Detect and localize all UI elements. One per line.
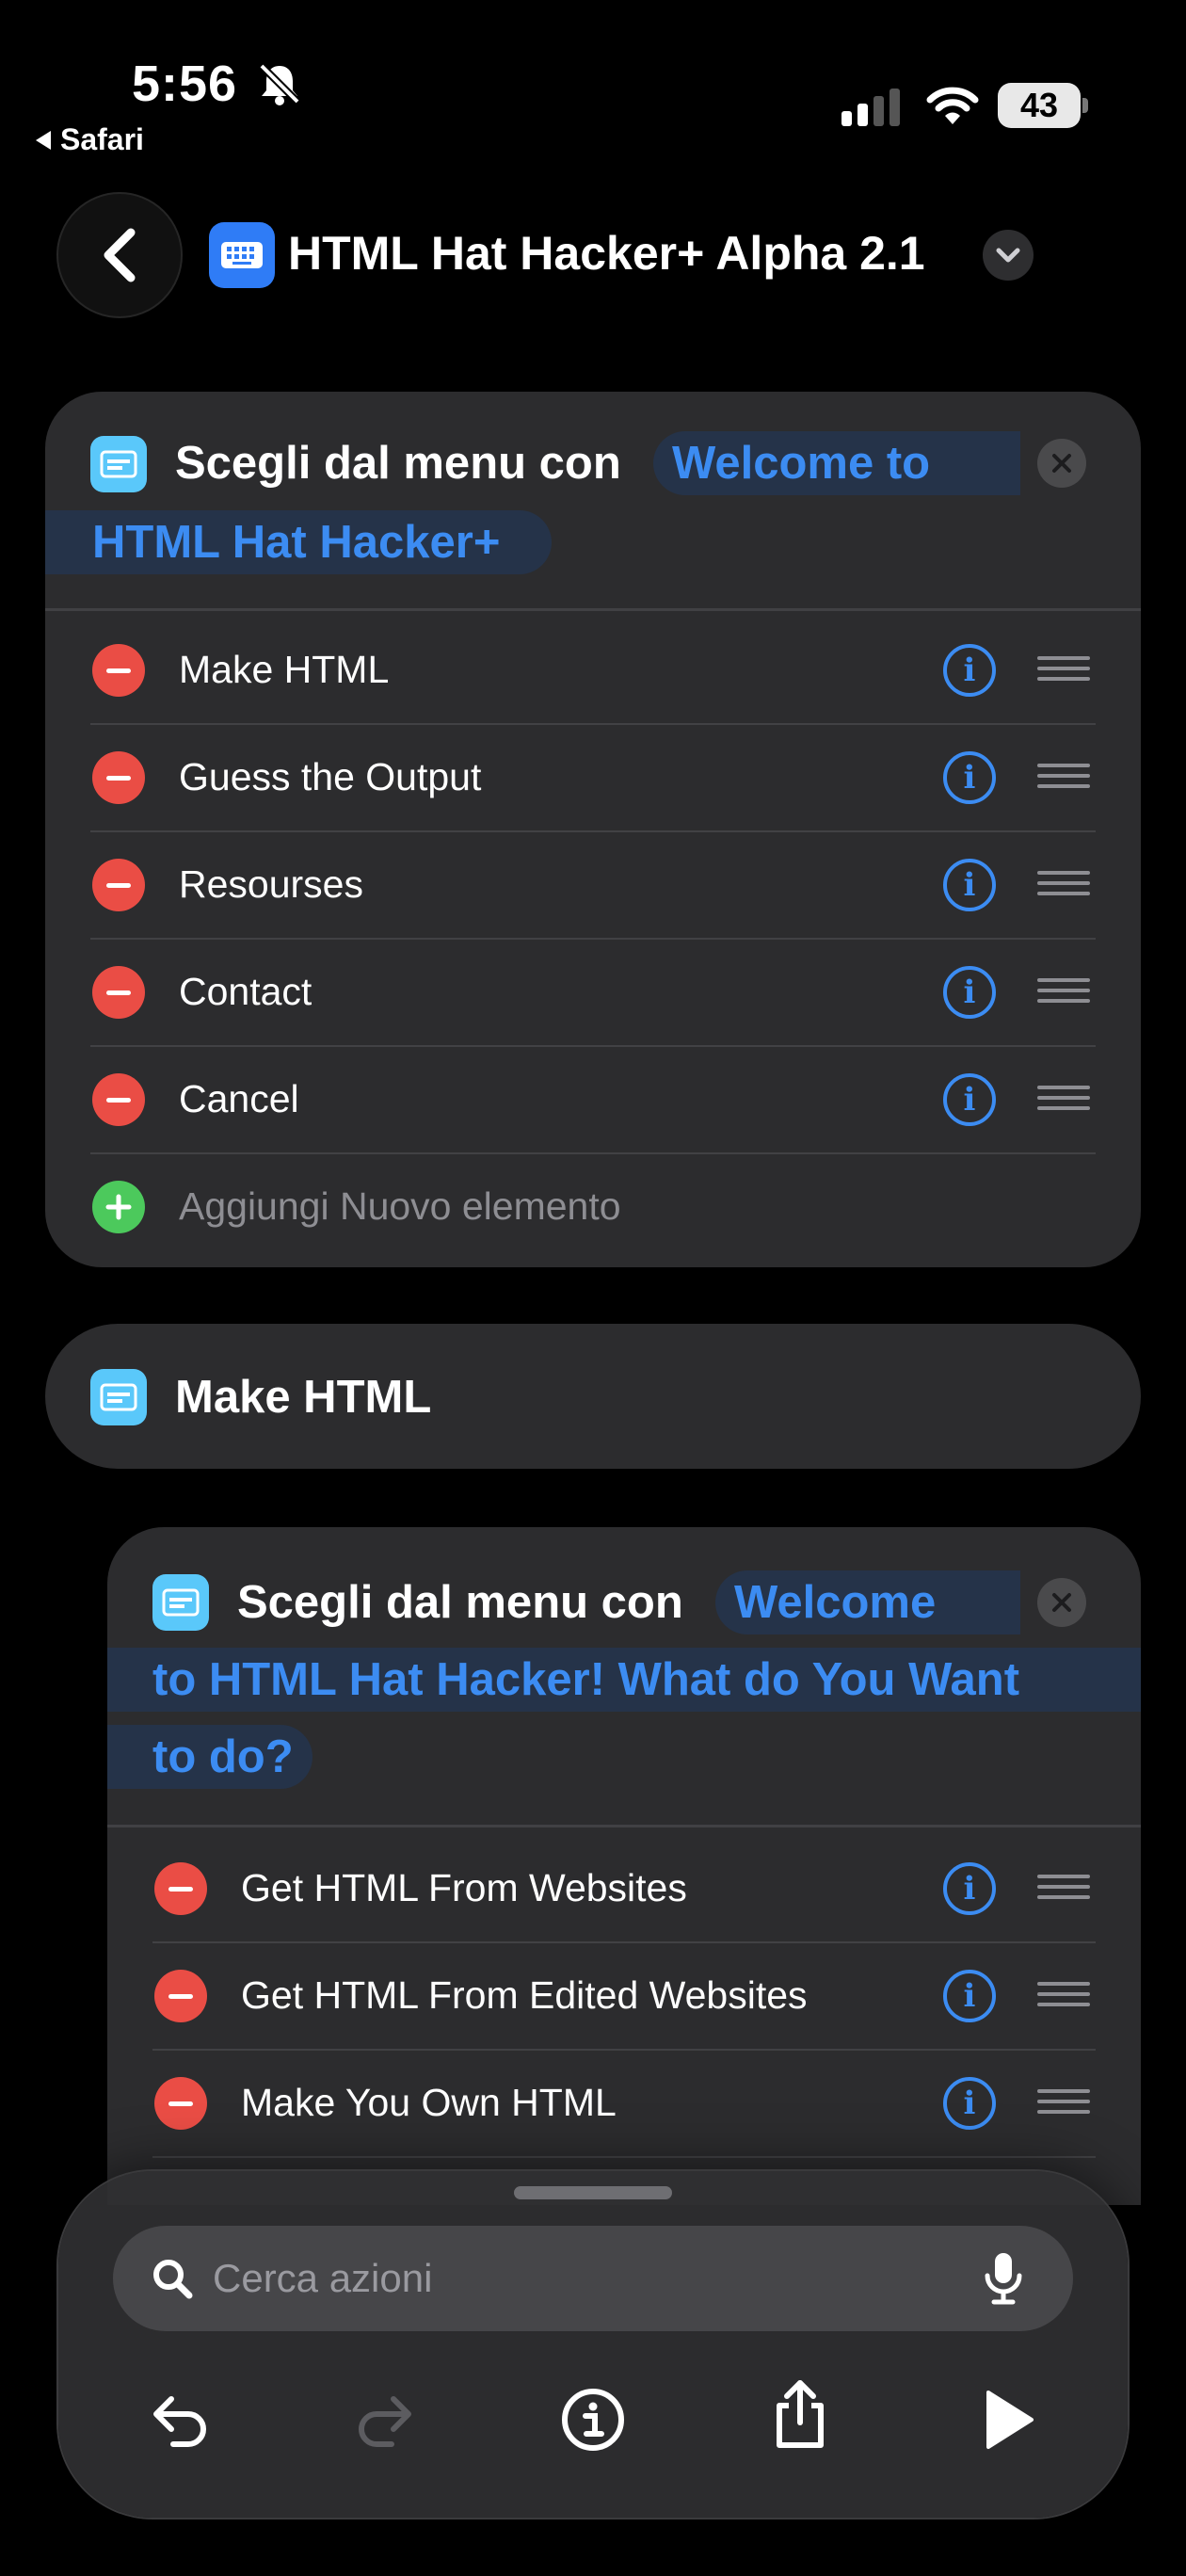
cellular-signal-icon [841, 89, 900, 126]
remove-item-button[interactable] [154, 2077, 207, 2130]
details-button[interactable] [548, 2375, 638, 2465]
remove-item-button[interactable] [92, 1073, 145, 1126]
back-to-safari[interactable]: Safari [36, 122, 144, 157]
back-button[interactable] [56, 192, 183, 318]
chevron-down-icon [996, 248, 1020, 263]
keyboard-app-icon [209, 222, 275, 288]
info-icon [562, 2389, 624, 2451]
wifi-icon [926, 85, 979, 131]
battery-icon: 43 [998, 83, 1081, 128]
info-icon[interactable]: i [943, 1073, 996, 1126]
info-icon[interactable]: i [943, 859, 996, 911]
undo-icon [153, 2396, 206, 2447]
info-icon[interactable]: i [943, 2077, 996, 2130]
drag-handle-icon[interactable] [1037, 2083, 1090, 2120]
row-divider [152, 1941, 1096, 1943]
info-icon[interactable]: i [943, 966, 996, 1019]
row-divider [90, 938, 1096, 940]
sheet-grabber[interactable] [514, 2186, 672, 2199]
menu-item-label[interactable]: Get HTML From Edited Websites [241, 1973, 808, 2018]
title-menu-button[interactable] [983, 230, 1034, 281]
menu-item-label[interactable]: Resourses [179, 862, 363, 907]
battery-nub [1082, 98, 1088, 113]
row-divider [90, 830, 1096, 832]
row-divider [90, 1152, 1096, 1154]
battery-level: 43 [1019, 86, 1059, 124]
row-divider [152, 2049, 1096, 2051]
menu-item-label[interactable]: Make HTML [179, 648, 389, 692]
add-item-button[interactable] [92, 1181, 145, 1233]
menu-item-label[interactable]: Contact [179, 970, 312, 1014]
remove-item-button[interactable] [92, 644, 145, 697]
remove-item-button[interactable] [92, 966, 145, 1019]
redo-button[interactable] [341, 2375, 431, 2465]
back-app-label: Safari [60, 122, 144, 156]
prompt-token-text2: HTML Hat Hacker+ [92, 517, 501, 568]
microphone-icon [985, 2253, 1022, 2305]
prompt-token-text1: Welcome to [672, 438, 931, 489]
chevron-left-icon [104, 228, 136, 282]
search-placeholder: Cerca azioni [213, 2256, 433, 2300]
prompt-token-text1: Welcome [734, 1577, 937, 1628]
shortcut-title[interactable]: HTML Hat Hacker+ Alpha 2.1 [288, 226, 925, 281]
status-time: 5:56 [132, 56, 238, 112]
drag-handle-icon[interactable] [1037, 1975, 1090, 2013]
search-icon [153, 2260, 193, 2299]
header-divider [107, 1825, 1141, 1827]
drag-handle-icon[interactable] [1037, 972, 1090, 1009]
info-icon[interactable]: i [943, 1970, 996, 2022]
remove-item-button[interactable] [92, 751, 145, 804]
row-divider [90, 1045, 1096, 1047]
close-icon [1052, 454, 1071, 473]
info-icon[interactable]: i [943, 1862, 996, 1915]
row-divider [90, 723, 1096, 725]
undo-button[interactable] [134, 2375, 224, 2465]
share-button[interactable] [755, 2369, 845, 2459]
prompt-token-text2: to HTML Hat Hacker! What do You Want [152, 1654, 1020, 1705]
menu-action-icon [90, 436, 147, 492]
menu-item-label[interactable]: Cancel [179, 1077, 299, 1121]
drag-handle-icon[interactable] [1037, 1868, 1090, 1906]
menu-item-label[interactable]: Get HTML From Websites [241, 1866, 687, 1910]
search-actions-field[interactable]: Cerca azioni [113, 2226, 1073, 2331]
prompt-token-text3: to do? [152, 1731, 294, 1782]
action-label: Scegli dal menu con [175, 438, 621, 489]
menu-item-label[interactable]: Make You Own HTML [241, 2081, 617, 2125]
back-triangle-icon [36, 130, 51, 150]
add-item-label[interactable]: Aggiungi Nuovo elemento [179, 1184, 621, 1229]
remove-action-button[interactable] [1037, 1578, 1086, 1627]
drag-handle-icon[interactable] [1037, 864, 1090, 902]
menu-item-label[interactable]: Guess the Output [179, 755, 481, 799]
share-icon [777, 2380, 824, 2448]
bottom-toolbar [58, 2171, 1128, 2518]
info-icon[interactable]: i [943, 751, 996, 804]
remove-item-button[interactable] [154, 1862, 207, 1915]
menu-action-icon [152, 1574, 209, 1631]
menu-action-icon [90, 1369, 147, 1425]
redo-icon [359, 2396, 411, 2447]
bell-slash-icon [256, 62, 303, 110]
info-icon[interactable]: i [943, 644, 996, 697]
drag-handle-icon[interactable] [1037, 650, 1090, 687]
remove-item-button[interactable] [92, 859, 145, 911]
drag-handle-icon[interactable] [1037, 1079, 1090, 1117]
close-icon [1052, 1593, 1071, 1612]
remove-action-button[interactable] [1037, 439, 1086, 488]
action-label: Scegli dal menu con [237, 1577, 683, 1628]
play-icon [986, 2391, 1034, 2449]
dictation-button[interactable] [958, 2233, 1049, 2324]
case-label: Make HTML [175, 1372, 432, 1423]
plus-icon [105, 1194, 132, 1220]
row-divider [152, 2156, 1096, 2158]
remove-item-button[interactable] [154, 1970, 207, 2022]
drag-handle-icon[interactable] [1037, 757, 1090, 795]
header-divider [45, 608, 1141, 611]
run-button[interactable] [962, 2375, 1052, 2465]
